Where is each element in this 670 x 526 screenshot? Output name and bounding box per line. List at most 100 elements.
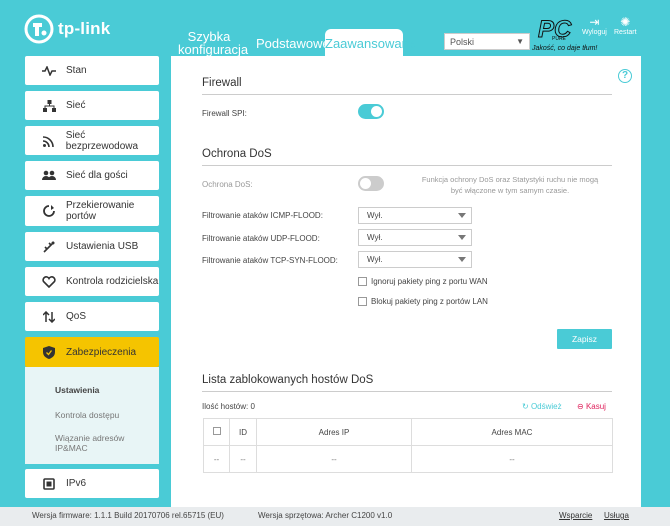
tp-link-logo[interactable]: tp-link	[24, 14, 110, 44]
tab-advanced[interactable]: Zaawansowane	[325, 29, 416, 56]
main-panel: ? Firewall Firewall SPI: Ochrona DoS Och…	[171, 56, 641, 507]
select-all-cell[interactable]	[203, 418, 230, 446]
sidebar-item-wireless[interactable]: Sieć bezprzewodowa	[25, 126, 159, 155]
language-select[interactable]: Polski ▼	[444, 33, 530, 50]
firmware-version: Wersja firmware: 1.1.1 Build 20170706 re…	[32, 511, 224, 520]
tcp-syn-flood-value: Wył.	[367, 255, 383, 264]
guest-network-icon	[41, 168, 57, 184]
table-cell: --	[411, 445, 613, 473]
table-cell: --	[203, 445, 230, 473]
sidebar-item-qos[interactable]: QoS	[25, 302, 159, 331]
column-header-id: ID	[229, 418, 257, 446]
sidebar-item-status[interactable]: Stan	[25, 56, 159, 85]
icmp-flood-value: Wył.	[367, 211, 383, 220]
delete-button[interactable]: ⊖ Kasuj	[577, 402, 606, 411]
tcp-syn-flood-label: Filtrowanie ataków TCP-SYN-FLOOD:	[202, 256, 338, 265]
submenu-item-settings[interactable]: Ustawienia	[55, 385, 99, 395]
sidebar-item-guest-network[interactable]: Sieć dla gości	[25, 161, 159, 190]
reboot-icon: ✺	[620, 15, 631, 29]
block-lan-ping-label: Blokuj pakiety ping z portów LAN	[371, 297, 488, 306]
dos-protection-toggle[interactable]	[358, 176, 384, 191]
udp-flood-select[interactable]: Wył.	[358, 229, 472, 246]
logout-icon: ⇥	[589, 15, 600, 29]
sidebar-item-network[interactable]: Sieć	[25, 91, 159, 120]
sidebar-item-label: Zabezpieczenia	[66, 346, 137, 358]
service-link[interactable]: Usługa	[604, 511, 629, 520]
divider	[202, 94, 612, 95]
watermark-pure: PURE	[552, 36, 566, 42]
language-value: Polski	[450, 37, 475, 47]
firewall-title: Firewall	[202, 77, 242, 89]
firewall-spi-label: Firewall SPI:	[202, 109, 247, 118]
ignore-wan-ping-label: Ignoruj pakiety ping z portu WAN	[371, 277, 488, 286]
save-button[interactable]: Zapisz	[557, 329, 612, 349]
ignore-wan-ping-checkbox[interactable]	[358, 277, 367, 286]
column-header-ip: Adres IP	[256, 418, 412, 446]
firewall-spi-toggle[interactable]	[358, 104, 384, 119]
chevron-down-icon	[458, 213, 466, 218]
table-header-row: ID Adres IP Adres MAC	[203, 418, 613, 446]
watermark-slogan: Jakość, co daje tłum!	[532, 45, 598, 52]
table-cell: --	[256, 445, 412, 473]
chevron-down-icon	[458, 257, 466, 262]
column-header-mac: Adres MAC	[411, 418, 613, 446]
table-cell: --	[229, 445, 257, 473]
toggle-knob	[360, 178, 371, 189]
sidebar-item-label: QoS	[66, 311, 87, 322]
support-link[interactable]: Wsparcie	[559, 511, 592, 520]
logout-label: Wyloguj	[582, 29, 607, 36]
divider	[202, 165, 612, 166]
logo-text: tp-link	[58, 19, 111, 38]
dos-title: Ochrona DoS	[202, 148, 272, 160]
sidebar-item-label: Stan	[66, 65, 87, 76]
footer: Wersja firmware: 1.1.1 Build 20170706 re…	[0, 507, 670, 526]
dos-protection-label: Ochrona DoS:	[202, 180, 253, 189]
sidebar-item-parental-control[interactable]: Kontrola rodzicielska	[25, 267, 159, 296]
sidebar-item-nat-forwarding[interactable]: Przekierowanie portów	[25, 196, 159, 226]
wireless-icon	[41, 133, 57, 149]
refresh-label: Odśwież	[530, 402, 562, 411]
status-icon	[41, 63, 57, 79]
submenu-item-ip-mac-binding[interactable]: Wiązanie adresów IP&MAC	[55, 433, 151, 453]
sidebar-item-label: IPv6	[66, 478, 87, 489]
ipv6-icon	[41, 476, 57, 492]
submenu-item-access-control[interactable]: Kontrola dostępu	[55, 410, 119, 420]
toggle-knob	[371, 106, 382, 117]
sidebar-item-security[interactable]: Zabezpieczenia	[25, 337, 159, 367]
chevron-down-icon	[458, 235, 466, 240]
blocked-hosts-table: ID Adres IP Adres MAC -- -- -- --	[203, 418, 613, 473]
divider	[202, 391, 612, 392]
tab-quick-setup[interactable]: Szybka konfiguracja	[178, 30, 248, 56]
dos-note: Funkcja ochrony DoS oraz Statystyki ruch…	[421, 175, 599, 195]
table-row: -- -- -- --	[203, 445, 613, 473]
network-icon	[41, 98, 57, 114]
udp-flood-value: Wył.	[367, 233, 383, 242]
host-count: Ilość hostów: 0	[202, 402, 255, 411]
block-lan-ping-checkbox[interactable]	[358, 297, 367, 306]
sidebar-item-usb[interactable]: Ustawienia USB	[25, 232, 159, 261]
sidebar-item-label: Sieć dla gości	[66, 170, 128, 181]
refresh-button[interactable]: ↻ Odśwież	[522, 402, 562, 411]
help-icon[interactable]: ?	[618, 69, 632, 83]
icmp-flood-label: Filtrowanie ataków ICMP-FLOOD:	[202, 211, 323, 220]
chevron-down-icon: ▼	[516, 37, 524, 46]
security-submenu: Ustawienia Kontrola dostępu Wiązanie adr…	[25, 367, 159, 464]
select-all-checkbox[interactable]	[212, 427, 221, 435]
delete-icon: ⊖	[577, 402, 584, 411]
tcp-syn-flood-select[interactable]: Wył.	[358, 251, 472, 268]
logout-button[interactable]: ⇥ Wyloguj	[582, 15, 607, 37]
tab-basic[interactable]: Podstawowe	[256, 37, 330, 50]
parental-control-icon	[41, 274, 57, 290]
icmp-flood-select[interactable]: Wył.	[358, 207, 472, 224]
sidebar-item-label: Kontrola rodzicielska	[66, 276, 159, 287]
refresh-icon: ↻	[522, 402, 529, 411]
sidebar-item-label: Sieć	[66, 100, 86, 111]
reboot-button[interactable]: ✺ Restart	[614, 15, 637, 37]
sidebar-item-ipv6[interactable]: IPv6	[25, 469, 159, 498]
sidebar-item-label: Przekierowanie portów	[66, 200, 135, 222]
usb-icon	[41, 239, 57, 255]
udp-flood-label: Filtrowanie ataków UDP-FLOOD:	[202, 234, 320, 243]
delete-label: Kasuj	[585, 402, 606, 411]
qos-icon	[41, 309, 57, 325]
sidebar-item-label: Ustawienia USB	[66, 241, 139, 252]
